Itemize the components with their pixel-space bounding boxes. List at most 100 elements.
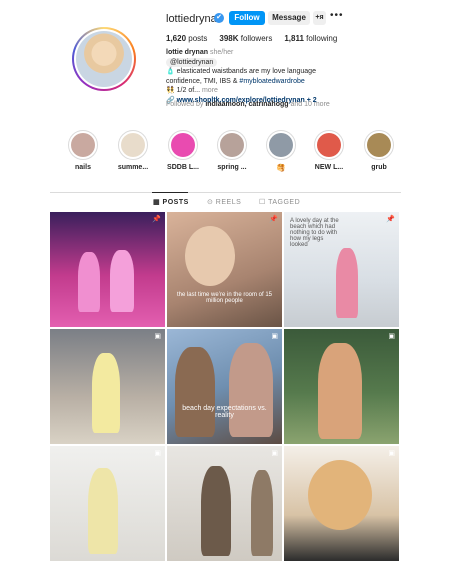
profile-stats: 1,620 posts 398K followers 1,811 followi… [166, 34, 337, 43]
highlight-item[interactable]: spring ... [210, 130, 254, 171]
highlight-label: spring ... [217, 164, 247, 171]
bio-hashtag[interactable]: #mybloatedwardrobe [239, 78, 304, 85]
post-tile[interactable]: 📌 [50, 212, 165, 327]
highlight-label: grub [371, 164, 387, 171]
post-tile[interactable]: ▣ [50, 329, 165, 444]
display-name: lottie drynan [166, 49, 209, 56]
post-figure [175, 347, 215, 437]
post-caption: the last time we’re in the room of 15 mi… [176, 292, 273, 304]
carousel-icon: ▣ [271, 450, 278, 457]
post-tile[interactable]: ▣ [50, 446, 165, 561]
post-tile[interactable]: ▣ [167, 446, 282, 561]
posts-count: 1,620 [166, 34, 187, 43]
posts-stat: 1,620 posts [166, 34, 207, 43]
post-figure [308, 460, 372, 530]
pronouns: she/her [209, 49, 234, 56]
bio-line-2: confidence, TMI, IBS & [166, 77, 238, 85]
highlight-item[interactable]: NEW L... [307, 130, 351, 171]
highlight-circle [217, 130, 247, 160]
highlight-circle [364, 130, 394, 160]
verified-icon: ✔ [214, 13, 224, 23]
profile-bio: lottie drynan she/her @lottiedrynan 🧴 el… [166, 48, 376, 105]
highlight-label: NEW L... [314, 164, 344, 171]
followed-names: indiaamoon, catrinahogg [205, 101, 289, 108]
post-figure [92, 353, 120, 433]
highlight-circle [118, 130, 148, 160]
highlight-item[interactable]: summe... [111, 130, 155, 171]
tab-posts[interactable]: ▦ POSTS [153, 198, 189, 206]
followed-by[interactable]: Followed by indiaamoon, catrinahogg and … [166, 101, 330, 108]
following-count: 1,811 [284, 34, 304, 43]
bio-line-1: 🧴 elasticated waistbands are my love lan… [166, 68, 316, 75]
highlight-thumb [317, 133, 341, 157]
posts-label: posts [188, 34, 208, 43]
highlight-label: SDDB L... [167, 164, 199, 171]
post-tile[interactable]: ▣ [284, 446, 399, 561]
following-stat[interactable]: 1,811 following [284, 34, 337, 43]
followers-stat[interactable]: 398K followers [219, 34, 272, 43]
followers-count: 398K [219, 34, 239, 43]
threads-badge[interactable]: @lottiedrynan [166, 57, 218, 67]
post-figure [336, 248, 358, 318]
message-button[interactable]: Message [268, 11, 310, 25]
highlight-circle [168, 130, 198, 160]
post-tile[interactable]: beach day expectations vs. reality ▣ [167, 329, 282, 444]
followed-prefix: Followed by [166, 101, 204, 108]
more-options-icon[interactable]: ••• [330, 10, 344, 21]
suggested-accounts-button[interactable]: +ᴙ [313, 11, 326, 25]
highlight-item[interactable]: 🥞 [259, 130, 303, 172]
post-tile[interactable]: the last time we’re in the room of 15 mi… [167, 212, 282, 327]
post-figure [229, 343, 273, 437]
post-figure [318, 343, 362, 439]
tab-tagged[interactable]: ☐ TAGGED [259, 198, 300, 206]
highlight-label: nails [75, 164, 91, 171]
bio-line-3-row: 👯 1/2 of... more [166, 86, 376, 96]
followers-label: followers [240, 34, 273, 43]
highlight-thumb [71, 133, 95, 157]
post-figure [78, 252, 100, 312]
post-tile[interactable]: ▣ [284, 329, 399, 444]
post-figure [201, 466, 231, 556]
highlight-circle [314, 130, 344, 160]
highlight-item[interactable]: nails [61, 130, 105, 171]
avatar-image [76, 31, 132, 87]
highlight-item[interactable]: grub [357, 130, 401, 171]
followed-suffix: and 10 more [290, 101, 330, 108]
carousel-icon: ▣ [271, 333, 278, 340]
post-caption: beach day expectations vs. reality [182, 405, 267, 419]
bio-line-3: 👯 1/2 of... [166, 87, 201, 94]
carousel-icon: ▣ [388, 333, 395, 340]
post-figure [251, 470, 273, 556]
highlight-label: summe... [117, 164, 149, 171]
tab-reels[interactable]: ⊙ REELS [207, 198, 241, 206]
post-tile[interactable]: A lovely day at the beach which had noth… [284, 212, 399, 327]
highlight-circle [266, 130, 296, 160]
follow-button[interactable]: Follow [229, 11, 265, 25]
highlight-thumb [367, 133, 391, 157]
highlight-thumb [269, 133, 293, 157]
following-label: following [306, 34, 338, 43]
posts-grid: 📌 the last time we’re in the room of 15 … [50, 212, 400, 561]
highlight-item[interactable]: SDDB L... [161, 130, 205, 171]
carousel-icon: ▣ [388, 450, 395, 457]
pin-icon: 📌 [152, 216, 161, 223]
highlight-thumb [121, 133, 145, 157]
tab-active-indicator [152, 192, 188, 193]
post-figure [88, 468, 118, 554]
bio-line-2-row: confidence, TMI, IBS & #mybloatedwardrob… [166, 77, 376, 87]
post-caption: A lovely day at the beach which had noth… [290, 218, 339, 248]
carousel-icon: ▣ [154, 333, 161, 340]
post-figure [110, 250, 134, 312]
tab-divider [50, 192, 401, 193]
post-figure [185, 226, 235, 286]
pin-icon: 📌 [269, 216, 278, 223]
highlight-thumb [220, 133, 244, 157]
pin-icon: 📌 [386, 216, 395, 223]
highlight-circle [68, 130, 98, 160]
carousel-icon: ▣ [154, 450, 161, 457]
bio-more-link[interactable]: more [202, 87, 218, 94]
highlight-thumb [171, 133, 195, 157]
profile-avatar[interactable] [72, 27, 136, 91]
avatar-inner [74, 29, 134, 89]
highlight-label: 🥞 [276, 165, 286, 172]
